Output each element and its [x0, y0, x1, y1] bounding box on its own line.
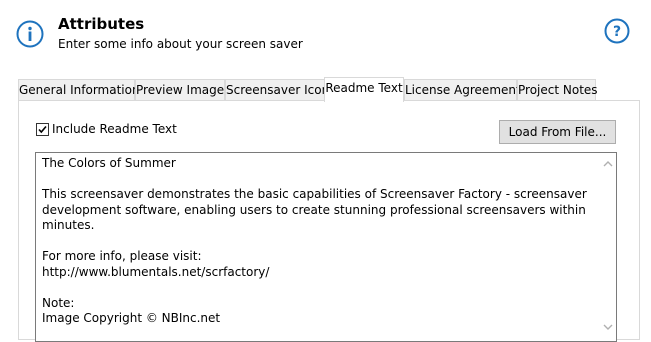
svg-text:?: ?: [613, 24, 621, 40]
header-panel: Attributes Enter some info about your sc…: [0, 0, 651, 70]
tab-screensaver-icon[interactable]: Screensaver Icon: [225, 79, 329, 100]
checkbox-box[interactable]: [36, 123, 49, 136]
tab-readme-text[interactable]: Readme Text: [324, 77, 404, 102]
include-readme-label: Include Readme Text: [52, 122, 177, 136]
checkmark-icon: [38, 125, 47, 134]
load-from-file-button[interactable]: Load From File...: [499, 120, 616, 144]
page-title: Attributes: [58, 15, 145, 33]
readme-textarea[interactable]: The Colors of Summer This screensaver de…: [35, 152, 617, 342]
page-subtitle: Enter some info about your screen saver: [58, 37, 303, 51]
help-icon[interactable]: ?: [604, 18, 630, 44]
scroll-up-icon[interactable]: [603, 160, 613, 168]
vertical-scrollbar[interactable]: [600, 153, 616, 341]
tab-license-agreement[interactable]: License Agreement: [404, 79, 521, 100]
info-icon: [16, 20, 44, 48]
scroll-down-icon[interactable]: [603, 323, 613, 331]
tab-preview-image[interactable]: Preview Image: [135, 79, 225, 100]
tab-general-information[interactable]: General Information: [18, 79, 140, 100]
readme-text[interactable]: The Colors of Summer This screensaver de…: [42, 156, 597, 327]
tab-project-notes[interactable]: Project Notes: [517, 79, 598, 100]
